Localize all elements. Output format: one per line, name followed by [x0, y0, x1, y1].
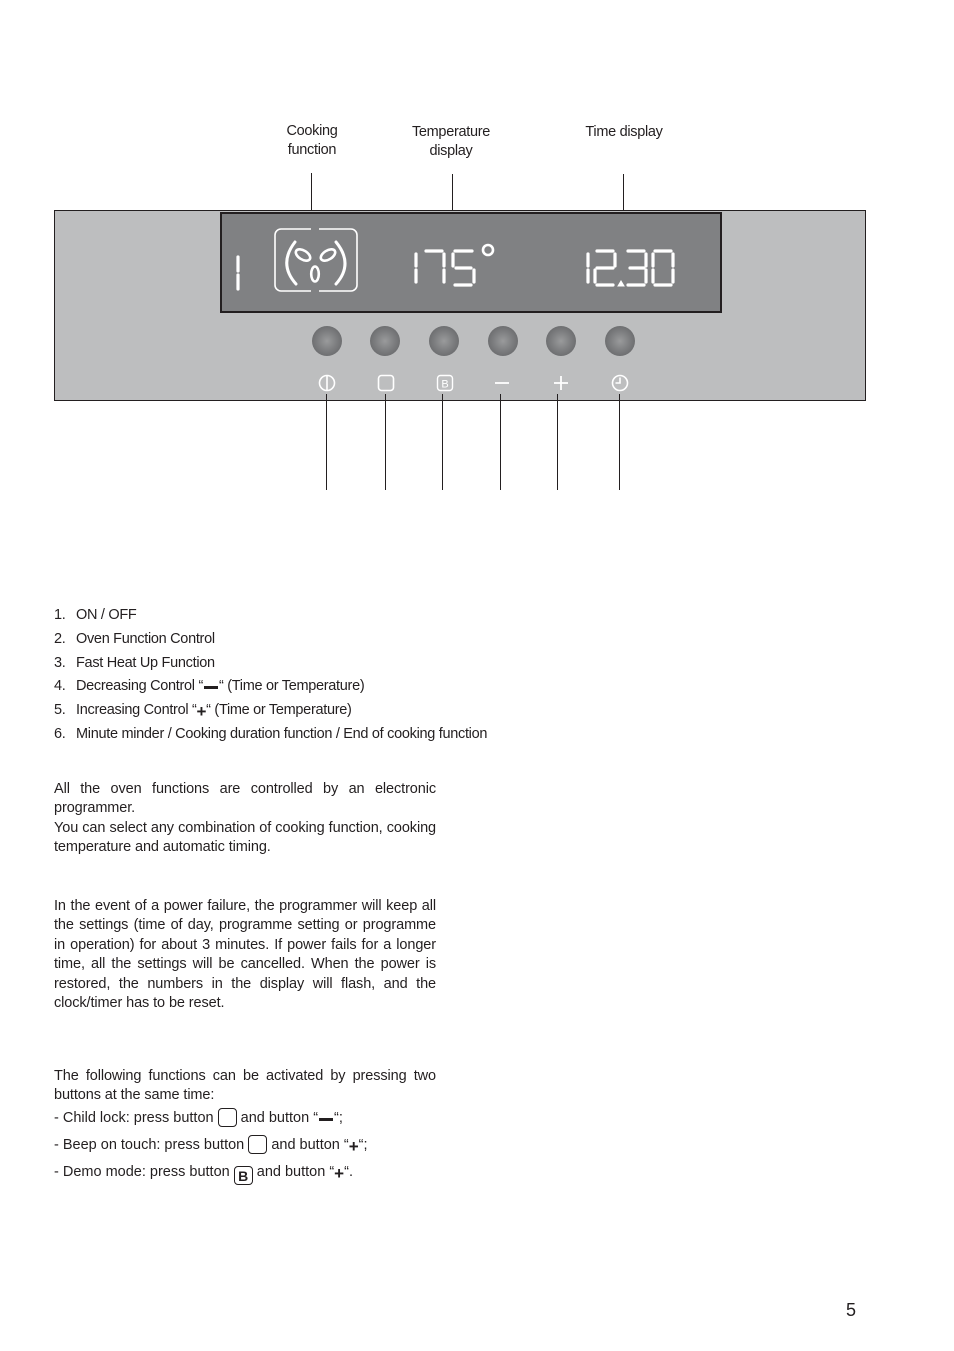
decrease-button[interactable]	[488, 326, 518, 356]
leader-line	[500, 394, 501, 490]
intro-text-1: All the oven functions are controlled by…	[54, 781, 436, 817]
fast-heat-up-button[interactable]	[429, 326, 459, 356]
legend-text: Oven Function Control	[76, 630, 215, 647]
plus-icon	[554, 376, 568, 390]
increase-button[interactable]	[546, 326, 576, 356]
legend-item: 3. Fast Heat Up Function	[54, 652, 487, 676]
leader-line	[619, 394, 620, 490]
callout-line-1: Cooking	[286, 123, 338, 139]
legend-text: Minute minder / Cooking duration functio…	[76, 725, 488, 742]
legend-text: Fast Heat Up Function	[76, 654, 215, 671]
combo-demo-mode: - Demo mode: press button B and button “…	[54, 1159, 368, 1186]
combos-intro-text: The following functions can be activated…	[54, 1068, 436, 1104]
callout-line-1: Temperature	[411, 124, 491, 140]
power-icon	[318, 374, 336, 392]
callout-cooking-function: Cooking function	[262, 122, 362, 160]
oven-function-button[interactable]	[370, 326, 400, 356]
plus-symbol-icon: +	[334, 1164, 345, 1183]
combo-end: “;	[358, 1137, 368, 1153]
legend-item: 6. Minute minder / Cooking duration funct…	[54, 723, 487, 747]
combo-child-lock: - Child lock: press button and button “ “…	[54, 1105, 368, 1132]
minus-icon	[495, 382, 509, 384]
combo-label: - Child lock: press button	[54, 1110, 214, 1126]
combo-end: “;	[334, 1110, 343, 1126]
temperature-readout	[412, 242, 502, 299]
combo-list: - Child lock: press button and button “ “…	[54, 1105, 368, 1186]
legend-item: 1. ON / OFF	[54, 604, 487, 628]
minute-minder-button[interactable]	[605, 326, 635, 356]
square-key-icon	[217, 1108, 237, 1127]
plus-symbol-icon: +	[196, 702, 207, 722]
square-icon	[377, 374, 395, 392]
intro-text-2: You can select any combination of cookin…	[54, 819, 436, 856]
time-readout	[584, 242, 684, 299]
square-key-icon	[248, 1135, 268, 1154]
legend-text: “ (Time or Temperature)	[206, 702, 352, 719]
legend-text: Increasing Control “	[76, 702, 197, 719]
legend-number: 1.	[54, 607, 66, 623]
combo-mid: and button “	[240, 1110, 319, 1126]
temperature-digits	[414, 243, 495, 287]
power-failure-paragraph: In the event of a power failure, the pro…	[54, 897, 436, 1013]
b-glyph: B	[441, 379, 448, 391]
leader-line	[557, 394, 558, 490]
legend-number: 2.	[54, 630, 66, 647]
callout-line-2: display	[429, 143, 473, 159]
combo-end: “.	[344, 1164, 353, 1180]
combo-label: - Beep on touch: press button	[54, 1137, 245, 1153]
combo-mid: and button “	[271, 1137, 349, 1153]
plus-symbol-icon: +	[348, 1137, 359, 1156]
b-key-icon: B	[233, 1166, 253, 1185]
legend-item: 4. Decreasing Control “ “ (Time or Tempera…	[54, 675, 487, 699]
combo-beep-on-touch: - Beep on touch: press button and button…	[54, 1132, 368, 1159]
intro-paragraph: All the oven functions are controlled by…	[54, 780, 436, 858]
callout-time-display: Time display	[585, 124, 663, 140]
callout-temperature-display: Temperature display	[391, 123, 511, 161]
leader-line	[442, 394, 443, 490]
minus-symbol-icon	[319, 1118, 334, 1121]
legend-number: 3.	[54, 654, 66, 671]
legend-text: Decreasing Control “	[76, 678, 203, 695]
combos-paragraph: The following functions can be activated…	[54, 1067, 436, 1106]
b-icon: B	[436, 374, 454, 392]
power-failure-text: In the event of a power failure, the pro…	[54, 898, 436, 1012]
minus-symbol-icon	[203, 686, 218, 690]
combo-label: - Demo mode: press button	[54, 1164, 230, 1180]
legend-number: 4.	[54, 678, 66, 695]
legend-text: ON / OFF	[76, 607, 137, 623]
fan-icon	[274, 228, 358, 292]
leader-line	[326, 394, 327, 490]
legend-number: 6.	[54, 725, 66, 742]
legend-item: 2. Oven Function Control	[54, 628, 487, 652]
legend-item: 5. Increasing Control “+“ (Time or Temper…	[54, 699, 487, 723]
lcd-display	[220, 212, 722, 313]
legend-text: “ (Time or Temperature)	[218, 678, 365, 695]
on-off-button[interactable]	[312, 326, 342, 356]
callout-line-2: function	[287, 142, 337, 158]
combo-mid: and button “	[256, 1164, 335, 1180]
page-number: 5	[846, 1300, 857, 1320]
leader-line	[385, 394, 386, 490]
clock-icon	[611, 374, 629, 392]
button-legend: 1. ON / OFF 2. Oven Function Control 3. Fas…	[54, 604, 487, 747]
time-digits	[586, 249, 675, 287]
legend-number: 5.	[54, 702, 66, 719]
